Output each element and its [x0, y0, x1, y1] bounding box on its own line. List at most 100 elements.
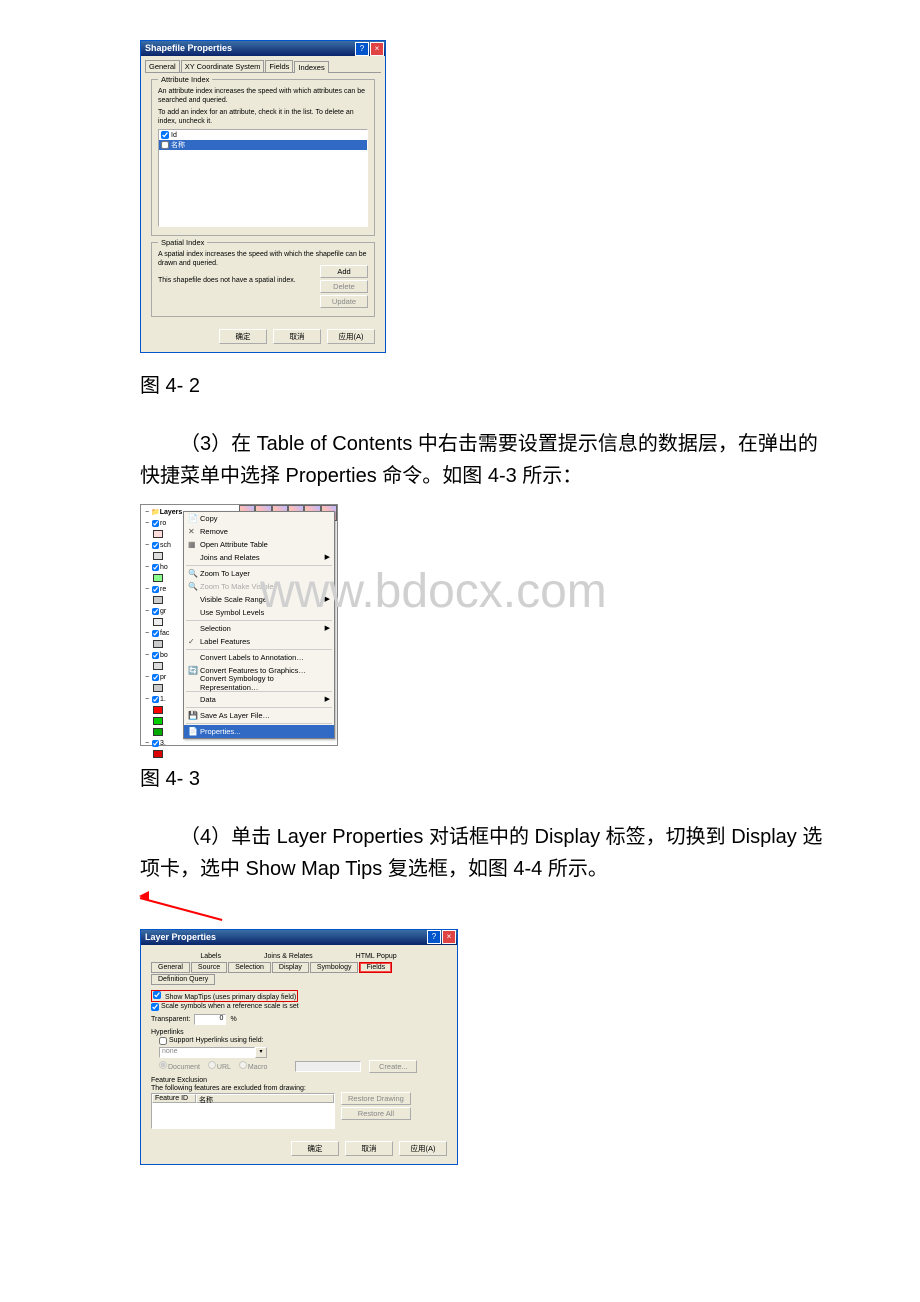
- layer-swatch: [153, 717, 163, 725]
- close-button[interactable]: ×: [370, 42, 384, 56]
- cancel-button[interactable]: 取消: [345, 1141, 393, 1156]
- show-maptips-checkbox[interactable]: [153, 991, 161, 999]
- tab-html-popup[interactable]: HTML Popup: [350, 952, 403, 961]
- exclusion-table[interactable]: Feature ID 名称: [151, 1093, 335, 1129]
- attribute-index-group: Attribute Index An attribute index incre…: [151, 79, 375, 236]
- submenu-arrow-icon: ▶: [325, 695, 330, 703]
- tab-joins-relates[interactable]: Joins & Relates: [258, 952, 319, 961]
- layer-label: re: [160, 586, 166, 593]
- tab-source[interactable]: Source: [191, 962, 227, 973]
- tab-definition-query[interactable]: Definition Query: [151, 974, 215, 985]
- menu-separator: [186, 723, 332, 724]
- tab-fields[interactable]: Fields: [359, 962, 392, 973]
- menu-label-features[interactable]: ✓Label Features: [184, 635, 334, 648]
- menu-selection[interactable]: Selection▶: [184, 622, 334, 635]
- menu-data[interactable]: Data▶: [184, 693, 334, 706]
- tab-labels[interactable]: Labels: [194, 952, 227, 961]
- properties-icon: 📄: [188, 727, 200, 736]
- menu-label: Copy: [200, 514, 330, 523]
- layer-checkbox[interactable]: [152, 630, 159, 637]
- cancel-button[interactable]: 取消: [273, 329, 321, 344]
- menu-save-as-layer-file[interactable]: 💾Save As Layer File…: [184, 709, 334, 722]
- transparent-input[interactable]: 0: [194, 1014, 226, 1025]
- layer-checkbox[interactable]: [152, 564, 159, 571]
- layer-checkbox[interactable]: [152, 520, 159, 527]
- dialog-body: Show MapTips (uses primary display field…: [141, 985, 457, 1135]
- dialog-title: Layer Properties: [145, 930, 216, 945]
- tab-general[interactable]: General: [151, 962, 190, 973]
- remove-icon: ✕: [188, 527, 200, 536]
- menu-label: Open Attribute Table: [200, 540, 330, 549]
- menu-use-symbol-levels[interactable]: Use Symbol Levels: [184, 606, 334, 619]
- add-button[interactable]: Add: [320, 265, 368, 278]
- tab-indexes[interactable]: Indexes: [294, 61, 328, 73]
- attribute-list[interactable]: Id 名称: [158, 129, 368, 227]
- tab-fields[interactable]: Fields: [265, 60, 293, 72]
- tab-general[interactable]: General: [145, 60, 180, 72]
- tab-symbology[interactable]: Symbology: [310, 962, 359, 973]
- layer-checkbox[interactable]: [152, 586, 159, 593]
- ok-button[interactable]: 确定: [291, 1141, 339, 1156]
- table-icon: ▦: [188, 540, 200, 549]
- save-icon: 💾: [188, 711, 200, 720]
- hyperlinks-label: Hyperlinks: [151, 1029, 447, 1036]
- support-hyperlinks-checkbox[interactable]: [159, 1037, 167, 1045]
- menu-label: Label Features: [200, 637, 330, 646]
- apply-button[interactable]: 应用(A): [399, 1141, 447, 1156]
- radio-label: URL: [217, 1064, 231, 1071]
- col-feature-id[interactable]: Feature ID: [152, 1094, 196, 1103]
- layer-checkbox[interactable]: [152, 696, 159, 703]
- layer-swatch: [153, 596, 163, 604]
- layer-checkbox[interactable]: [152, 608, 159, 615]
- radio-label: Document: [168, 1064, 200, 1071]
- menu-label: Zoom To Layer: [200, 569, 330, 578]
- radio-label: Macro: [248, 1064, 267, 1071]
- menu-visible-scale-range[interactable]: Visible Scale Range▶: [184, 593, 334, 606]
- menu-convert-symbology-rep[interactable]: Convert Symbology to Representation…: [184, 677, 334, 690]
- delete-button: Delete: [320, 280, 368, 293]
- layer-checkbox[interactable]: [152, 542, 159, 549]
- list-item[interactable]: Id: [159, 130, 367, 140]
- tab-display[interactable]: Display: [272, 962, 309, 973]
- layer-swatch: [153, 530, 163, 538]
- help-button[interactable]: ?: [355, 42, 369, 56]
- list-item[interactable]: 名称: [159, 140, 367, 150]
- menu-copy[interactable]: 📄Copy: [184, 512, 334, 525]
- menu-properties[interactable]: 📄Properties...: [184, 725, 334, 738]
- show-maptips-label: Show MapTips (uses primary display field…: [165, 994, 296, 1001]
- feature-exclusion-label: Feature Exclusion: [151, 1077, 447, 1084]
- menu-joins-relates[interactable]: Joins and Relates▶: [184, 551, 334, 564]
- menu-open-attribute-table[interactable]: ▦Open Attribute Table: [184, 538, 334, 551]
- layer-checkbox[interactable]: [152, 740, 159, 747]
- menu-convert-labels-annotation[interactable]: Convert Labels to Annotation…: [184, 651, 334, 664]
- tab-coordsys[interactable]: XY Coordinate System: [181, 60, 265, 72]
- layer-swatch: [153, 728, 163, 736]
- menu-label: Convert Symbology to Representation…: [200, 674, 330, 692]
- layer-label: ro: [160, 520, 166, 527]
- restore-all-button: Restore All: [341, 1107, 411, 1120]
- id-checkbox[interactable]: [161, 131, 169, 139]
- layer-swatch: [153, 574, 163, 582]
- help-button[interactable]: ?: [427, 930, 441, 944]
- tab-selection[interactable]: Selection: [228, 962, 271, 973]
- create-button: Create...: [369, 1060, 417, 1073]
- menu-label: Joins and Relates: [200, 553, 325, 562]
- layer-swatch: [153, 640, 163, 648]
- scale-symbols-checkbox[interactable]: [151, 1003, 159, 1011]
- col-name[interactable]: 名称: [196, 1094, 334, 1103]
- layer-checkbox[interactable]: [152, 652, 159, 659]
- layer-checkbox[interactable]: [152, 674, 159, 681]
- ok-button[interactable]: 确定: [219, 329, 267, 344]
- menu-remove[interactable]: ✕Remove: [184, 525, 334, 538]
- layer-label: gr: [160, 608, 166, 615]
- spatial-index-group: Spatial Index A spatial index increases …: [151, 242, 375, 316]
- layer-label: pr: [160, 674, 166, 681]
- close-button[interactable]: ×: [442, 930, 456, 944]
- convert-icon: 🔄: [188, 666, 200, 675]
- menu-separator: [186, 620, 332, 621]
- menu-zoom-to-layer[interactable]: 🔍Zoom To Layer: [184, 567, 334, 580]
- submenu-arrow-icon: ▶: [325, 595, 330, 603]
- apply-button[interactable]: 应用(A): [327, 329, 375, 344]
- toc-layer[interactable]: −3.: [143, 738, 213, 749]
- name-checkbox[interactable]: [161, 141, 169, 149]
